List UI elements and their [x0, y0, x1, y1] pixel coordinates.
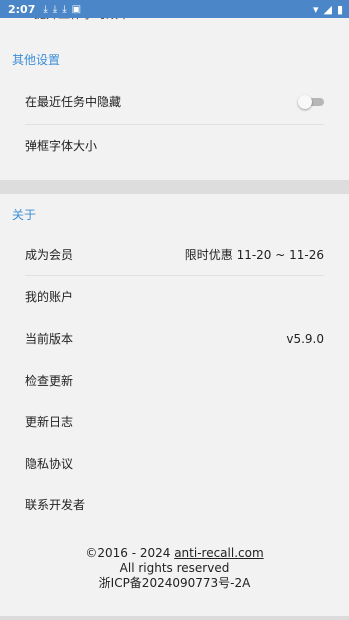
copyright-text: ©2016 - 2024: [85, 546, 175, 560]
download-icon: ⤓: [43, 3, 48, 15]
my-account-label: 我的账户: [25, 290, 74, 304]
toggle-thumb: [298, 94, 312, 109]
section-gap: [0, 180, 349, 194]
status-time: 2:07: [8, 2, 36, 16]
dialog-font-size-row[interactable]: 弹框字体大小: [25, 125, 324, 166]
signal-icon: ◢: [323, 2, 332, 16]
status-bar: 2:07 ⤓ ⤓ ⤓ ▣ ▾ ◢ ▮: [0, 0, 349, 18]
current-version-label: 当前版本: [25, 332, 74, 346]
battery-icon: ▮: [336, 2, 343, 16]
dialog-font-size-label: 弹框字体大小: [25, 139, 98, 153]
section-title-other-settings: 其他设置: [12, 53, 61, 67]
download-icon: ⤓: [62, 3, 67, 15]
check-update-label: 检查更新: [25, 374, 74, 388]
footer: ©2016 - 2024 anti-recall.com All rights …: [0, 546, 349, 591]
image-icon: ▣: [71, 3, 82, 15]
version-value: v5.9.0: [286, 331, 324, 346]
website-link[interactable]: anti-recall.com: [174, 546, 263, 560]
bottom-bar: [0, 616, 349, 620]
promo-period-value: 限时优惠 11-20 ~ 11-26: [184, 248, 324, 262]
section-title-about: 关于: [12, 208, 37, 222]
privacy-policy-row[interactable]: 隐私协议: [25, 443, 324, 484]
current-version-row[interactable]: 当前版本 v5.9.0: [25, 318, 324, 359]
hide-in-recents-row[interactable]: 在最近任务中隐藏: [25, 81, 324, 122]
copyright-line: ©2016 - 2024 anti-recall.com: [0, 546, 349, 561]
system-icons: ▾ ◢ ▮: [313, 3, 343, 16]
become-member-label: 成为会员: [25, 248, 74, 262]
my-account-row[interactable]: 我的账户: [25, 276, 324, 317]
contact-developer-row[interactable]: 联系开发者: [25, 484, 324, 525]
become-member-row[interactable]: 成为会员 限时优惠 11-20 ~ 11-26: [25, 234, 324, 275]
hide-in-recents-toggle[interactable]: [298, 94, 324, 109]
download-icon: ⤓: [52, 3, 58, 15]
changelog-label: 更新日志: [25, 415, 74, 429]
icp-text: 浙ICP备2024090773号-2A: [98, 576, 251, 590]
check-update-row[interactable]: 检查更新: [25, 360, 324, 401]
hide-in-recents-label: 在最近任务中隐藏: [25, 95, 122, 109]
rights-text: All rights reserved: [119, 561, 230, 575]
wifi-icon: ▾: [312, 2, 319, 16]
changelog-row[interactable]: 更新日志: [25, 401, 324, 442]
contact-developer-label: 联系开发者: [25, 498, 86, 512]
notification-icons: ⤓ ⤓ ⤓ ▣: [43, 4, 81, 15]
privacy-policy-label: 隐私协议: [25, 457, 74, 471]
